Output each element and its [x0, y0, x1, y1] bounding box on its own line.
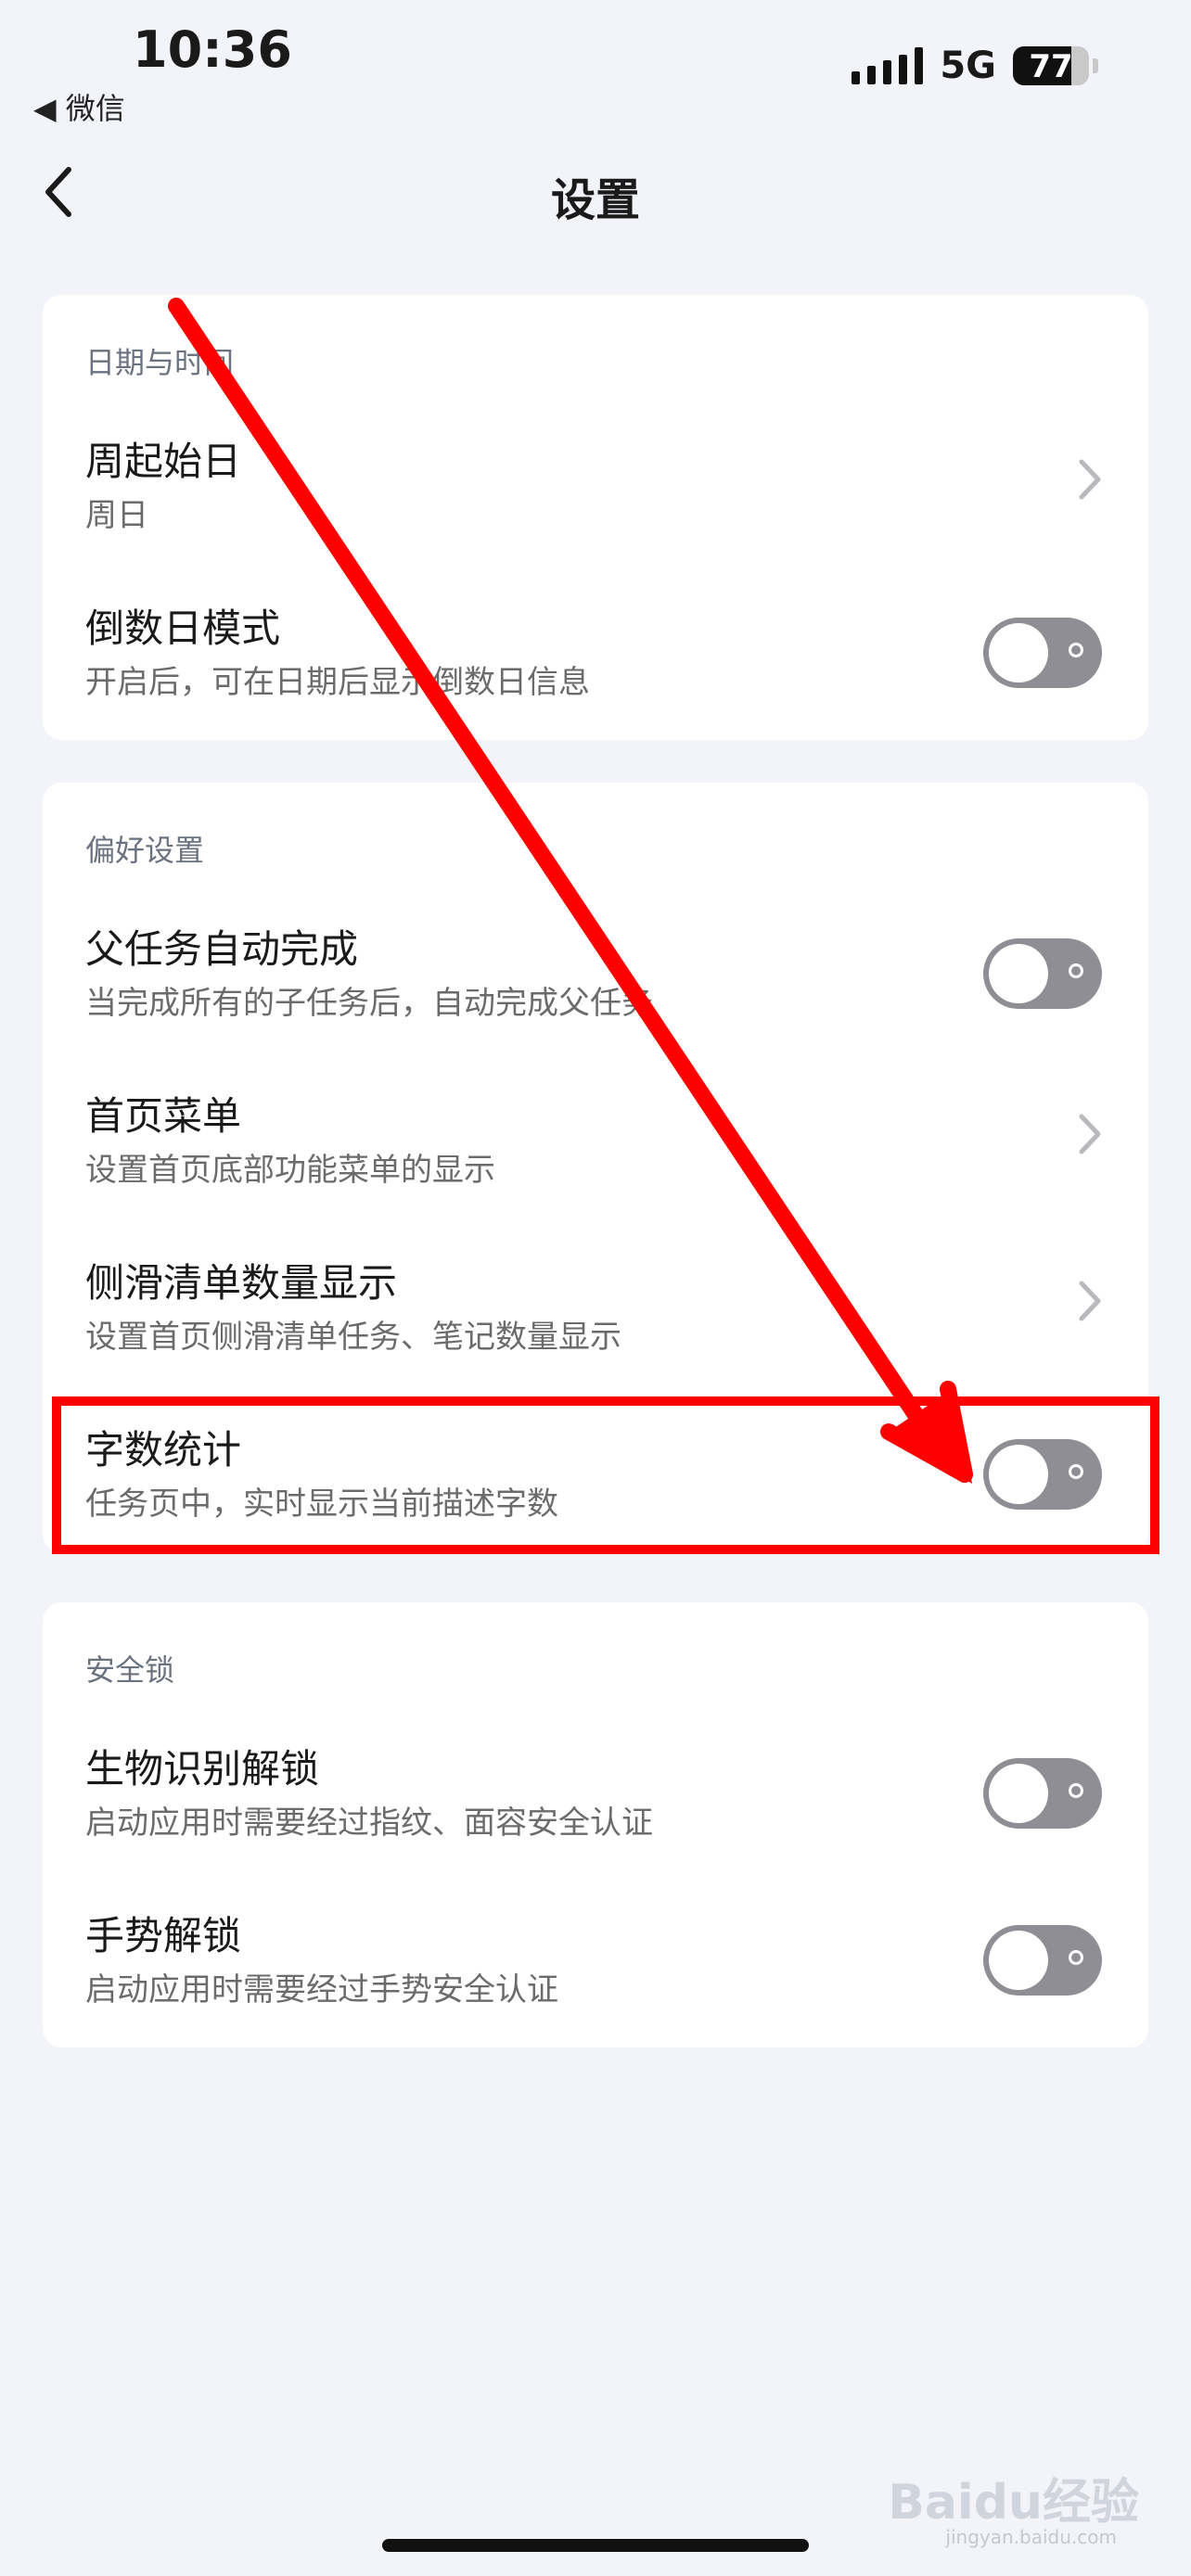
annotation-arrow-icon [168, 298, 973, 1484]
home-indicator[interactable] [382, 2539, 809, 2552]
watermark-logo: Baidu经验 [888, 2475, 1139, 2531]
watermark-url: jingyan.baidu.com [945, 2526, 1117, 2548]
